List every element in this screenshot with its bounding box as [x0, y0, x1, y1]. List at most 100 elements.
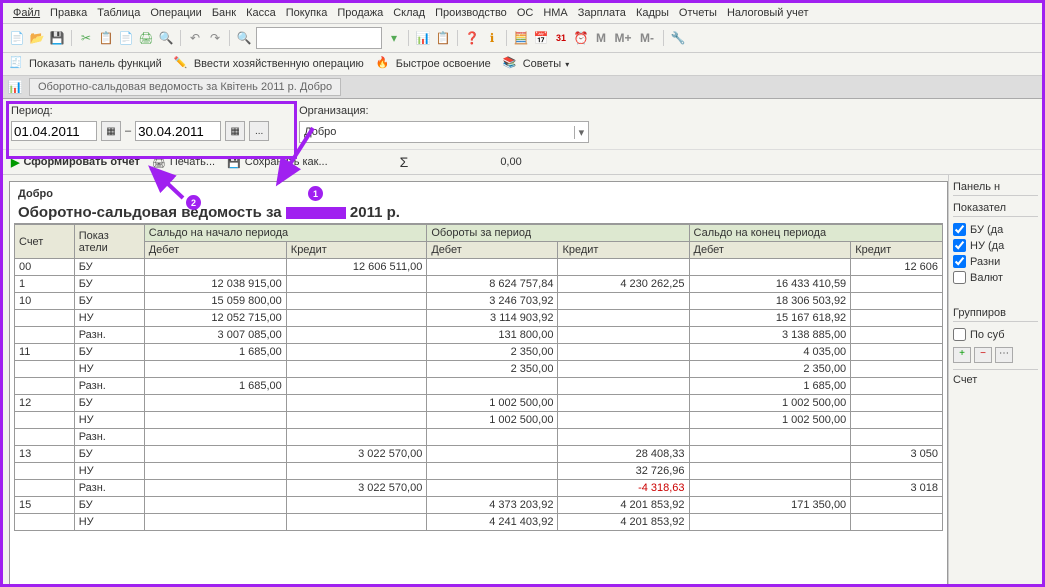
table-row[interactable]: 1БУ12 038 915,008 624 757,844 230 262,25… [15, 276, 943, 293]
date-to-calendar-icon[interactable]: ▦ [225, 121, 245, 141]
print-icon[interactable]: 🖨 [138, 30, 154, 46]
cell [15, 412, 75, 429]
chk-bu[interactable]: БУ (да [953, 223, 1038, 236]
cell: -4 318,63 [558, 480, 689, 497]
table-row[interactable]: Разн.3 007 085,00131 800,003 138 885,00 [15, 327, 943, 344]
date-from-calendar-icon[interactable]: ▦ [101, 121, 121, 141]
save-icon[interactable]: 💾 [49, 30, 65, 46]
pencil-icon: ✏️ [174, 56, 190, 72]
menu-nma[interactable]: НМА [539, 5, 571, 21]
cell: Разн. [74, 480, 144, 497]
save-as-button[interactable]: 💾 Сохранить как... [227, 156, 328, 169]
menu-warehouse[interactable]: Склад [389, 5, 429, 21]
quick-learn-button[interactable]: 🔥 Быстрое освоение [376, 56, 491, 72]
chk-diff[interactable]: Разни [953, 255, 1038, 268]
table-row[interactable]: Разн.3 022 570,00-4 318,633 018 [15, 480, 943, 497]
date-to-input[interactable] [135, 121, 221, 141]
table-row[interactable]: НУ12 052 715,003 114 903,9215 167 618,92 [15, 310, 943, 327]
chk-nu[interactable]: НУ (да [953, 239, 1038, 252]
menu-hr[interactable]: Кадры [632, 5, 673, 21]
col-turn-credit: Кредит [558, 242, 689, 259]
table-row[interactable]: 12БУ1 002 500,001 002 500,00 [15, 395, 943, 412]
active-tab[interactable]: Оборотно-сальдовая ведомость за Квітень … [29, 78, 341, 96]
menu-tax[interactable]: Налоговый учет [723, 5, 813, 21]
table-row[interactable]: Разн.1 685,001 685,00 [15, 378, 943, 395]
calc-icon[interactable]: 🧮 [513, 30, 529, 46]
mminus-button[interactable]: М- [637, 30, 657, 46]
preview-icon[interactable]: 🔍 [158, 30, 174, 46]
org-select[interactable]: Добро ▾ [299, 121, 589, 143]
cell: 18 306 503,92 [689, 293, 851, 310]
table-row[interactable]: НУ4 241 403,924 201 853,92 [15, 514, 943, 531]
wrench-icon[interactable]: 🔧 [670, 30, 686, 46]
mplus-button[interactable]: М+ [613, 30, 633, 46]
tool-a-icon[interactable]: 📊 [415, 30, 431, 46]
cell: БУ [74, 395, 144, 412]
menu-edit[interactable]: Правка [46, 5, 91, 21]
panel-icon: 🧾 [9, 56, 25, 72]
menu-cash[interactable]: Касса [242, 5, 280, 21]
undo-icon[interactable]: ↶ [187, 30, 203, 46]
table-body: 00БУ12 606 511,0012 6061БУ12 038 915,008… [15, 259, 943, 531]
open-icon[interactable]: 📂 [29, 30, 45, 46]
remove-row-icon[interactable]: − [974, 347, 992, 363]
menu-os[interactable]: ОС [513, 5, 538, 21]
table-row[interactable]: НУ2 350,002 350,00 [15, 361, 943, 378]
table-row[interactable]: НУ32 726,96 [15, 463, 943, 480]
menu-operations[interactable]: Операции [146, 5, 205, 21]
date-icon[interactable]: 31 [553, 30, 569, 46]
form-report-button[interactable]: ▶ Сформировать отчет [11, 156, 140, 169]
redo-icon[interactable]: ↷ [207, 30, 223, 46]
chk-sub[interactable]: По суб [953, 328, 1038, 341]
copy-icon[interactable]: 📋 [98, 30, 114, 46]
cut-icon[interactable]: ✂ [78, 30, 94, 46]
table-row[interactable]: 13БУ3 022 570,0028 408,333 050 [15, 446, 943, 463]
add-row-icon[interactable]: + [953, 347, 971, 363]
more-icon[interactable]: ⋯ [995, 347, 1013, 363]
book-icon: 📚 [503, 56, 519, 72]
search-input[interactable] [256, 27, 382, 49]
cell [558, 412, 689, 429]
table-row[interactable]: 15БУ4 373 203,924 201 853,92171 350,00 [15, 497, 943, 514]
menu-sale[interactable]: Продажа [333, 5, 387, 21]
clock-icon[interactable]: ⏰ [573, 30, 589, 46]
cell [286, 395, 427, 412]
calendar-icon[interactable]: 📅 [533, 30, 549, 46]
cell: 3 138 885,00 [689, 327, 851, 344]
menu-file[interactable]: Файл [9, 5, 44, 21]
table-row[interactable]: 11БУ1 685,002 350,004 035,00 [15, 344, 943, 361]
annotation-badge-1: 1 [308, 186, 323, 201]
menu-salary[interactable]: Зарплата [574, 5, 630, 21]
tips-button[interactable]: 📚 Советы ▾ [503, 56, 570, 72]
help-icon[interactable]: ❓ [464, 30, 480, 46]
chk-val[interactable]: Валют [953, 271, 1038, 284]
report-area[interactable]: Добро Оборотно-сальдовая ведомость за 20… [9, 181, 948, 586]
search-icon[interactable]: 🔍 [236, 30, 252, 46]
dropdown-icon: ▾ [565, 60, 569, 69]
table-row[interactable]: Разн. [15, 429, 943, 446]
new-icon[interactable]: 📄 [9, 30, 25, 46]
table-row[interactable]: НУ1 002 500,001 002 500,00 [15, 412, 943, 429]
date-from-input[interactable] [11, 121, 97, 141]
tab-bar: 📊 Оборотно-сальдовая ведомость за Квітен… [3, 76, 1042, 99]
menu-bank[interactable]: Банк [208, 5, 240, 21]
paste-icon[interactable]: 📄 [118, 30, 134, 46]
tool-b-icon[interactable]: 📋 [435, 30, 451, 46]
menu-purchase[interactable]: Покупка [282, 5, 332, 21]
search-dropdown-icon[interactable]: ▾ [386, 30, 402, 46]
info-icon[interactable]: ℹ [484, 30, 500, 46]
menu-reports[interactable]: Отчеты [675, 5, 721, 21]
print-button[interactable]: 🖨 Печать... [152, 156, 215, 169]
cell: 3 114 903,92 [427, 310, 558, 327]
menu-table[interactable]: Таблица [93, 5, 144, 21]
table-row[interactable]: 10БУ15 059 800,003 246 703,9218 306 503,… [15, 293, 943, 310]
table-row[interactable]: 00БУ12 606 511,0012 606 [15, 259, 943, 276]
manual-operation-button[interactable]: ✏️ Ввести хозяйственную операцию [174, 56, 364, 72]
group-header: Группиров [953, 307, 1038, 322]
m-button[interactable]: М [593, 30, 609, 46]
menu-production[interactable]: Производство [431, 5, 511, 21]
period-picker-button[interactable]: ... [249, 121, 269, 141]
show-panel-button[interactable]: 🧾 Показать панель функций [9, 56, 162, 72]
cell: 15 [15, 497, 75, 514]
cell: 15 167 618,92 [689, 310, 851, 327]
